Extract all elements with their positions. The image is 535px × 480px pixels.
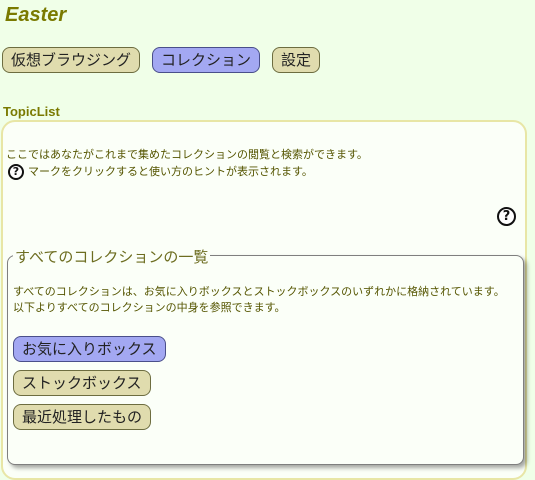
app-title: Easter [5, 4, 67, 26]
help-icon: ? [8, 163, 24, 180]
nav-collection-button[interactable]: コレクション [152, 47, 261, 73]
intro-line-2: ? マークをクリックすると使い方のヒントが表示されます。 [8, 163, 368, 180]
nav-virtual-browsing-button[interactable]: 仮想ブラウジング [2, 47, 141, 73]
intro-line-1: ここではあなたがこれまで集めたコレクションの閲覧と検索ができます。 [6, 148, 368, 161]
stock-box-button[interactable]: ストックボックス [13, 370, 151, 396]
collections-description: すべてのコレクションは、お気に入りボックスとストックボックスのいずれかに格納され… [13, 284, 505, 316]
favorites-box-button[interactable]: お気に入りボックス [13, 336, 166, 362]
section-label: TopicList [3, 104, 60, 119]
intro-line-2-text: マークをクリックすると使い方のヒントが表示されます。 [28, 165, 313, 178]
collections-description-line-1: すべてのコレクションは、お気に入りボックスとストックボックスのいずれかに格納され… [13, 285, 505, 298]
recently-processed-button[interactable]: 最近処理したもの [13, 404, 152, 430]
collections-description-line-2: 以下よりすべてのコレクションの中身を参照できます。 [13, 301, 286, 314]
collections-legend: すべてのコレクションの一覧 [13, 246, 211, 267]
intro-text: ここではあなたがこれまで集めたコレクションの閲覧と検索ができます。 ? マークを… [6, 146, 368, 180]
nav-settings-button[interactable]: 設定 [272, 47, 321, 73]
help-icon-button[interactable]: ? [497, 207, 516, 226]
main-nav: 仮想ブラウジング コレクション 設定 [2, 47, 324, 73]
